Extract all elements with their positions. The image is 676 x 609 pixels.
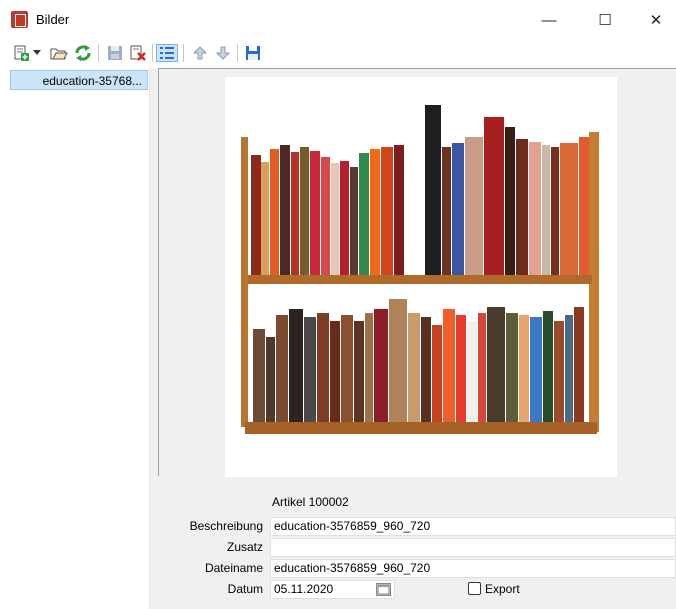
list-item-label: education-35768... <box>42 74 142 88</box>
refresh-button[interactable] <box>72 44 94 62</box>
top-shelf-books <box>251 105 589 275</box>
save-icon <box>108 46 122 60</box>
maximize-button[interactable]: ☐ <box>580 0 630 40</box>
toolbar-separator <box>98 44 99 62</box>
add-dropdown-button[interactable] <box>31 44 43 62</box>
bottom-shelf-books <box>253 299 584 422</box>
export-label: Export <box>485 582 520 596</box>
toolbar-separator <box>237 44 238 62</box>
image-preview <box>225 77 617 477</box>
refresh-icon <box>75 45 91 61</box>
save-file-icon <box>246 46 260 60</box>
toolbar-separator <box>152 44 153 62</box>
add-icon <box>14 45 29 61</box>
open-folder-icon <box>50 48 68 60</box>
toolbar <box>0 40 676 66</box>
delete-button[interactable] <box>128 44 148 62</box>
zusatz-label: Zusatz <box>226 540 263 554</box>
add-image-button[interactable] <box>12 44 30 62</box>
dropdown-arrow-icon <box>33 50 41 55</box>
datum-label: Datum <box>227 582 263 596</box>
arrow-down-icon <box>216 46 230 60</box>
minimize-icon: — <box>541 11 557 29</box>
move-up-button[interactable] <box>190 44 210 62</box>
move-down-button[interactable] <box>213 44 233 62</box>
list-item[interactable]: education-35768... <box>10 70 148 90</box>
maximize-icon: ☐ <box>598 12 612 29</box>
image-preview-frame <box>158 68 676 477</box>
dateiname-label: Dateiname <box>204 561 263 575</box>
save-file-button[interactable] <box>243 44 263 62</box>
beschreibung-label: Beschreibung <box>189 519 263 533</box>
close-button[interactable]: ✕ <box>636 0 676 40</box>
toolbar-separator <box>183 44 184 62</box>
calendar-icon <box>377 584 390 595</box>
zusatz-field[interactable] <box>270 538 676 557</box>
detail-pane: Artikel 100002 Beschreibung education-35… <box>150 68 676 609</box>
details-view-button[interactable] <box>156 44 178 62</box>
dateiname-field[interactable]: education-3576859_960_720 <box>270 559 676 578</box>
save-button[interactable] <box>105 44 125 62</box>
beschreibung-field[interactable]: education-3576859_960_720 <box>270 517 676 536</box>
image-list: education-35768... <box>8 68 150 609</box>
artikel-label: Artikel 100002 <box>272 495 349 509</box>
app-icon <box>11 11 28 28</box>
bookshelf-image <box>241 105 599 434</box>
export-checkbox[interactable] <box>468 582 481 595</box>
arrow-up-icon <box>193 46 207 60</box>
window-title: Bilder <box>36 12 70 27</box>
delete-icon <box>130 45 146 61</box>
title-bar: Bilder — ☐ ✕ <box>0 0 676 40</box>
open-button[interactable] <box>48 44 70 62</box>
calendar-button[interactable] <box>376 583 391 596</box>
close-icon: ✕ <box>649 12 663 29</box>
details-list-icon <box>160 47 174 59</box>
minimize-button[interactable]: — <box>524 0 574 40</box>
